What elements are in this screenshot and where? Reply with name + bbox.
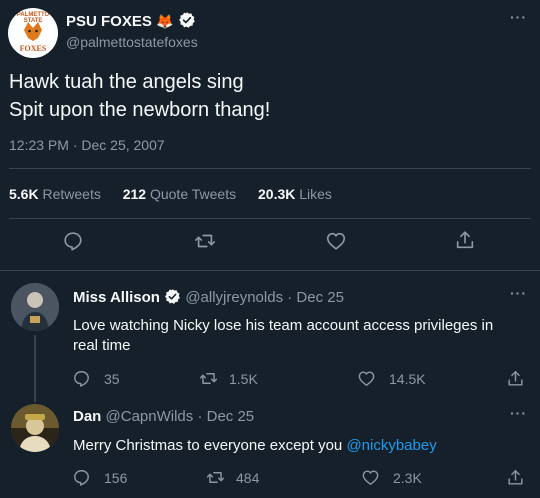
reply-2-separator: · (197, 408, 203, 425)
main-share-button[interactable] (454, 229, 476, 256)
retweets-label: Retweets (42, 186, 101, 202)
reply-2-mention-link[interactable]: @nickybabey (346, 437, 436, 454)
reply-2-like-button[interactable]: 2.3K (361, 468, 422, 487)
reply-1-text: Love watching Nicky lose his team accoun… (73, 316, 528, 356)
reply-1-more-icon[interactable]: ··· (510, 285, 527, 301)
reply-icon (74, 371, 89, 387)
retweet-icon (195, 234, 215, 248)
main-timestamp[interactable]: 12:23 PM · Dec 25, 2007 (9, 137, 165, 153)
reply-2-avatar[interactable] (11, 404, 59, 452)
reply-1-text-line-2: real time (73, 337, 131, 354)
reply-2-actions: 156 484 2.3K (72, 468, 532, 490)
reply-1-header: Miss Allison @allyjreynolds · Dec 25 (73, 288, 344, 306)
reply-2-more-icon[interactable]: ··· (510, 405, 527, 421)
main-retweet-button[interactable] (194, 230, 216, 257)
heart-icon (326, 232, 346, 250)
retweets-count: 5.6K (9, 186, 39, 202)
quotes-label: Quote Tweets (149, 186, 237, 202)
reply-2-handle[interactable]: @CapnWilds (106, 408, 194, 425)
heart-icon (358, 371, 375, 386)
reply-1-like-count: 14.5K (389, 370, 426, 387)
main-reply-button[interactable] (62, 230, 84, 257)
reply-1-separator: · (287, 289, 293, 306)
reply-1-share-button[interactable] (506, 369, 525, 391)
avatar-photo-icon (11, 404, 59, 452)
likes-stat[interactable]: 20.3K Likes (258, 186, 332, 202)
likes-count: 20.3K (258, 186, 296, 202)
reply-2-retweet-button[interactable]: 484 (206, 468, 259, 487)
heart-icon (362, 470, 379, 485)
thread-line (34, 335, 36, 402)
reply-1-display-name[interactable]: Miss Allison (73, 289, 160, 306)
share-icon (456, 231, 474, 249)
verified-badge-icon (178, 12, 195, 28)
reply-1-retweet-count: 1.5K (229, 370, 258, 387)
fox-emoji: 🦊 (156, 13, 174, 29)
quotes-count: 212 (122, 186, 147, 202)
reply-2-reply-button[interactable]: 156 (72, 468, 127, 487)
main-display-name-row: PSU FOXES 🦊 (66, 11, 196, 30)
main-like-button[interactable] (325, 230, 347, 257)
divider-actions (0, 270, 540, 271)
reply-1-avatar[interactable] (11, 283, 59, 331)
main-tweet-line-2: Spit upon the newborn thang! (9, 99, 271, 121)
likes-label: Likes (299, 186, 332, 202)
verified-badge-icon (165, 289, 181, 304)
share-icon (508, 371, 523, 386)
reply-1-like-button[interactable]: 14.5K (357, 369, 426, 388)
retweet-icon (199, 373, 218, 384)
share-icon (508, 470, 523, 485)
avatar-text-top: PALMETTO STATE (16, 12, 50, 24)
main-handle[interactable]: @palmettostatefoxes (66, 34, 198, 50)
divider-stats (9, 218, 531, 219)
divider-top (9, 168, 531, 169)
main-avatar[interactable]: PALMETTO STATE FOXES (8, 8, 58, 58)
main-display-name[interactable]: PSU FOXES (66, 13, 152, 30)
reply-2-reply-count: 156 (104, 469, 128, 486)
reply-icon (74, 470, 89, 486)
reply-2-text: Merry Christmas to everyone except you @… (73, 436, 437, 456)
stats-row: 5.6K Retweets 212 Quote Tweets 20.3K Lik… (9, 186, 332, 202)
main-tweet-line-1: Hawk tuah the angels sing (9, 71, 244, 93)
reply-icon (64, 232, 82, 251)
quotes-stat[interactable]: 212 Quote Tweets (123, 186, 240, 202)
reply-2-date[interactable]: Dec 25 (207, 408, 255, 425)
reply-2-header: Dan @CapnWilds · Dec 25 (73, 408, 254, 425)
main-more-icon[interactable]: ··· (510, 9, 527, 25)
reply-1-reply-count: 35 (104, 370, 120, 387)
retweet-icon (206, 472, 225, 483)
reply-2-like-count: 2.3K (393, 469, 422, 486)
reply-1-date[interactable]: Dec 25 (296, 289, 344, 306)
reply-1-handle[interactable]: @allyjreynolds (185, 289, 283, 306)
main-tweet-text: Hawk tuah the angels sing Spit upon the … (9, 68, 270, 124)
reply-2-display-name[interactable]: Dan (73, 408, 101, 425)
retweets-stat[interactable]: 5.6K Retweets (9, 186, 105, 202)
reply-2-text-body: Merry Christmas to everyone except you (73, 437, 347, 454)
reply-1-retweet-button[interactable]: 1.5K (199, 369, 258, 388)
reply-2-retweet-count: 484 (236, 469, 260, 486)
avatar-text-bottom: FOXES (19, 44, 47, 53)
reply-1-actions: 35 1.5K 14.5K (72, 369, 532, 391)
reply-2-share-button[interactable] (506, 468, 525, 490)
reply-1-reply-button[interactable]: 35 (72, 369, 120, 388)
avatar-photo-icon (11, 283, 59, 331)
reply-1-text-line-1: Love watching Nicky lose his team accoun… (73, 317, 494, 334)
